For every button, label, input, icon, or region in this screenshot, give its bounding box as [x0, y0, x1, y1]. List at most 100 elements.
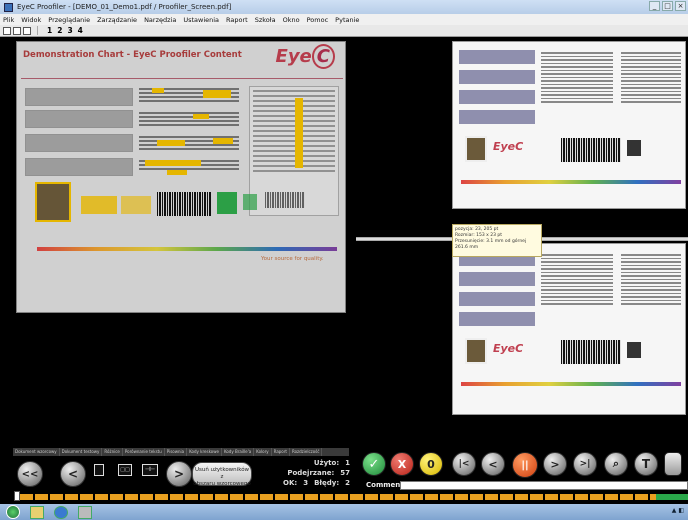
content-box [459, 70, 535, 84]
open-folder-icon[interactable] [13, 26, 21, 35]
reference-document: Demonstration Chart - EyeC Proofiler Con… [16, 41, 346, 313]
difference-highlight[interactable] [121, 196, 151, 214]
tab-dokument-wzorcowy[interactable]: Dokument wzorcowy [13, 448, 60, 456]
last-difference-button[interactable]: >| [573, 452, 597, 476]
suspect-value: 57 [340, 469, 350, 477]
progress-slider-handle[interactable] [14, 491, 20, 501]
next-button[interactable]: > [166, 461, 192, 487]
menu-item-widok[interactable]: Widok [21, 16, 41, 24]
next-difference-button[interactable]: > [543, 452, 567, 476]
content-box [25, 110, 133, 128]
difference-highlight[interactable] [152, 88, 164, 93]
toolbar-page-1[interactable]: 1 [47, 26, 52, 35]
tab-dokument-testowy[interactable]: Dokument testowy [60, 448, 103, 456]
single-page-view-icon[interactable] [94, 464, 104, 476]
view-tabs: Dokument wzorcowy Dokument testowy Różni… [13, 448, 349, 456]
toolbar-page-3[interactable]: 3 [67, 26, 72, 35]
content-box [25, 134, 133, 152]
position-tooltip: pozycja: 23, 205 pt Rozmiar: 153 x 23 pt… [452, 224, 542, 257]
page-toggle-icon[interactable]: □□ [118, 464, 132, 476]
document-footer: Your source for quality. [261, 256, 324, 262]
app-taskbar-icon[interactable] [78, 505, 92, 519]
toolbar-page-4[interactable]: 4 [78, 26, 83, 35]
text-check-button[interactable]: T [634, 452, 658, 476]
previous-button[interactable]: < [60, 461, 86, 487]
qr-code [243, 194, 257, 210]
content-box [459, 272, 535, 286]
used-value: 1 [345, 459, 350, 467]
tab-kody-braillea[interactable]: Kody Braille'a [222, 448, 255, 456]
difference-highlight[interactable] [167, 170, 187, 175]
toolbar: 1 2 3 4 [0, 25, 688, 37]
menu-item-zarzadzanie[interactable]: Zarządzanie [97, 16, 137, 24]
menu-item-szkola[interactable]: Szkoła [255, 16, 276, 24]
difference-highlight[interactable] [213, 138, 233, 144]
new-document-icon[interactable] [3, 26, 11, 35]
menu-item-raport[interactable]: Raport [226, 16, 248, 24]
difference-highlight[interactable] [295, 98, 303, 168]
folder-taskbar-icon[interactable] [30, 505, 44, 519]
mobile-device-icon[interactable] [664, 452, 682, 476]
save-icon[interactable] [23, 26, 31, 35]
content-box [459, 292, 535, 306]
tab-roznice[interactable]: Różnice [102, 448, 123, 456]
difference-highlight[interactable] [203, 90, 231, 98]
close-button[interactable]: × [675, 1, 686, 11]
minimize-button[interactable]: _ [649, 1, 660, 11]
text-block [541, 254, 613, 307]
tab-porownanie-tekstu[interactable]: Porównanie tekstu [123, 448, 165, 456]
suspect-label: Podejrzane: [287, 469, 335, 477]
tab-raport[interactable]: Raport [272, 448, 290, 456]
toolbar-page-2[interactable]: 2 [57, 26, 62, 35]
menu-item-pomoc[interactable]: Pomoc [307, 16, 329, 24]
toolbar-separator [37, 26, 38, 35]
qr-code [217, 192, 237, 214]
progress-complete-segment [656, 494, 688, 500]
difference-highlight[interactable] [157, 140, 185, 146]
difference-progress-bar[interactable] [20, 494, 688, 500]
table-block [621, 52, 681, 105]
browser-taskbar-icon[interactable] [54, 505, 68, 519]
system-tray: ▲ ◧ [671, 507, 684, 514]
tab-pisownia[interactable]: Pisownia [165, 448, 188, 456]
menu-item-okno[interactable]: Okno [283, 16, 300, 24]
maximize-button[interactable]: □ [662, 1, 673, 11]
menu-item-narzedzia[interactable]: Narzędzia [144, 16, 176, 24]
barcode [561, 340, 621, 364]
tooltip-line: 261.6 mm [455, 245, 479, 250]
eyec-logo: EyeC [276, 44, 335, 69]
reject-button[interactable]: X [390, 452, 414, 476]
tab-kody-kreskowe[interactable]: Kody kreskowe [187, 448, 222, 456]
difference-highlight[interactable] [81, 196, 117, 214]
difference-highlight[interactable] [145, 160, 201, 166]
menu-item-plik[interactable]: Plik [3, 16, 14, 24]
reset-zero-button[interactable]: 0 [419, 452, 443, 476]
rewind-button[interactable]: << [17, 461, 43, 487]
errors-value: 2 [345, 479, 350, 487]
reference-document-pane[interactable]: Demonstration Chart - EyeC Proofiler Con… [13, 41, 349, 446]
accept-button[interactable]: ✓ [362, 452, 386, 476]
difference-highlight[interactable] [193, 114, 209, 119]
tab-kolory[interactable]: Kolory [254, 448, 272, 456]
start-button-icon[interactable] [6, 505, 20, 519]
previous-difference-button[interactable]: < [481, 452, 505, 476]
pause-button[interactable]: || [512, 452, 538, 478]
menu-item-przegladanie[interactable]: Przeglądanie [48, 16, 90, 24]
remove-users-button[interactable]: Usuń użytkowników z obszaru wzorcowego [192, 462, 252, 487]
first-difference-button[interactable]: |< [452, 452, 476, 476]
text-block [139, 112, 239, 128]
split-view-icon[interactable]: ⊣⊢ [142, 464, 158, 476]
menu-item-ustawienia[interactable]: Ustawienia [183, 16, 219, 24]
errors-label: Błędy: [314, 479, 340, 487]
magnifier-icon[interactable]: ⌕ [604, 452, 628, 476]
barcode [157, 192, 211, 216]
os-taskbar: ▲ ◧ [0, 504, 688, 520]
app-window: EyeC Proofiler - [DEMO_01_Demo1.pdf / Pr… [0, 0, 688, 520]
tab-rozdzielczosc[interactable]: Rozdzielczość [290, 448, 323, 456]
comment-input[interactable] [400, 481, 688, 490]
menu-item-pytanie[interactable]: Pytanie [335, 16, 359, 24]
used-label: Użyto: [313, 459, 340, 467]
color-bar [461, 382, 681, 386]
braille-block [265, 192, 305, 208]
barcode [561, 138, 621, 162]
